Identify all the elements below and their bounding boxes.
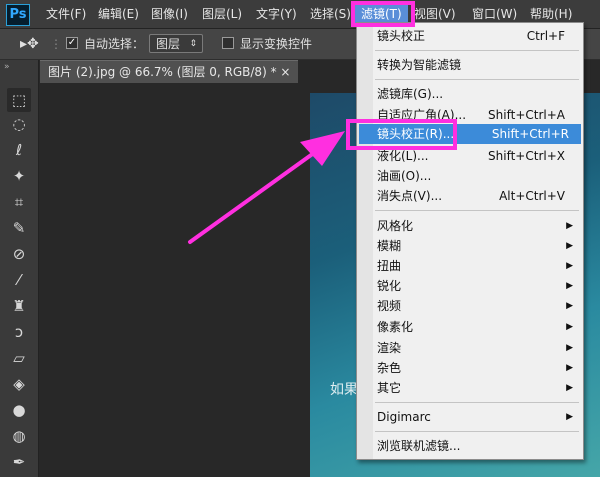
- annotation-arrow-icon: [188, 131, 345, 244]
